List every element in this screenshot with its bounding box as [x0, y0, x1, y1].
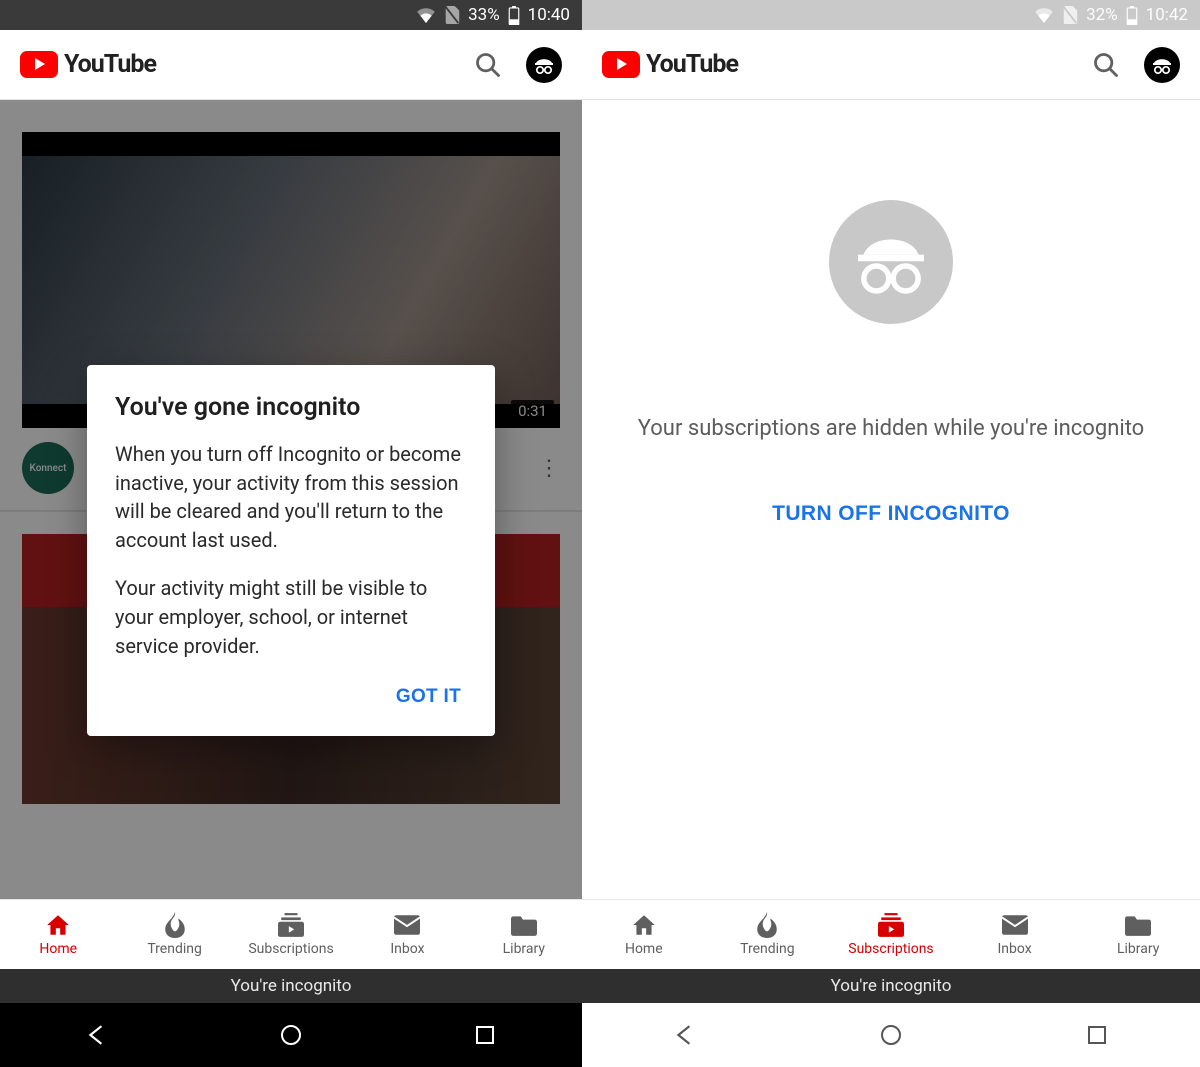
phone-right: 32% 10:42 YouTube [582, 0, 1200, 1067]
clock: 10:42 [1146, 5, 1188, 25]
app-header: YouTube [582, 30, 1200, 100]
tab-label: Home [625, 941, 663, 957]
no-sim-icon [1062, 6, 1078, 24]
incognito-strip-label: You're incognito [231, 976, 352, 996]
home-button[interactable] [276, 1020, 306, 1050]
got-it-button[interactable]: GOT IT [390, 678, 467, 716]
turn-off-incognito-button[interactable]: TURN OFF INCOGNITO [772, 502, 1010, 526]
back-button[interactable] [82, 1020, 112, 1050]
incognito-strip: You're incognito [582, 969, 1200, 1003]
mail-icon [1002, 913, 1028, 937]
tab-home[interactable]: Home [0, 900, 116, 969]
wifi-icon [416, 7, 436, 23]
search-button[interactable] [474, 51, 502, 79]
tab-label: Inbox [390, 941, 424, 957]
tab-library[interactable]: Library [466, 900, 582, 969]
status-bar: 32% 10:42 [582, 0, 1200, 30]
tab-label: Trending [147, 941, 202, 957]
mail-icon [394, 913, 420, 937]
youtube-wordmark: YouTube [646, 50, 738, 79]
clock: 10:40 [528, 5, 570, 25]
folder-icon [1125, 913, 1151, 937]
subscriptions-icon [878, 913, 904, 937]
content-area: Your subscriptions are hidden while you'… [582, 100, 1200, 899]
search-button[interactable] [1092, 51, 1120, 79]
flame-icon [757, 913, 777, 937]
tab-label: Home [39, 941, 77, 957]
home-button[interactable] [876, 1020, 906, 1050]
tab-home[interactable]: Home [582, 900, 706, 969]
tab-label: Subscriptions [848, 941, 933, 957]
tab-subscriptions[interactable]: Subscriptions [233, 900, 349, 969]
recents-button[interactable] [1082, 1020, 1112, 1050]
dialog-body: When you turn off Incognito or become in… [115, 440, 467, 554]
subscriptions-icon [278, 913, 304, 937]
incognito-dialog: You've gone incognito When you turn off … [87, 365, 495, 736]
app-header: YouTube [0, 30, 582, 100]
tab-label: Inbox [997, 941, 1031, 957]
tab-trending[interactable]: Trending [116, 900, 232, 969]
content-area: 0:31 Konnect ⋮ You've gone incognito Whe… [0, 100, 582, 899]
dialog-body: Your activity might still be visible to … [115, 574, 467, 660]
battery-percent: 32% [1086, 5, 1118, 25]
folder-icon [511, 913, 537, 937]
tab-label: Library [503, 941, 545, 957]
phone-left: 33% 10:40 YouTube [0, 0, 582, 1067]
battery-icon [1126, 6, 1138, 25]
battery-icon [508, 6, 520, 25]
back-button[interactable] [670, 1020, 700, 1050]
incognito-icon [829, 200, 953, 324]
tab-label: Library [1117, 941, 1159, 957]
tab-inbox[interactable]: Inbox [953, 900, 1077, 969]
tab-inbox[interactable]: Inbox [349, 900, 465, 969]
youtube-play-icon [602, 51, 640, 78]
tab-label: Trending [740, 941, 795, 957]
youtube-logo[interactable]: YouTube [602, 50, 738, 79]
bottom-tabs: Home Trending Subscriptions Inbox Librar… [0, 899, 582, 969]
tab-label: Subscriptions [248, 941, 333, 957]
incognito-strip-label: You're incognito [831, 976, 952, 996]
subscriptions-page: Your subscriptions are hidden while you'… [582, 100, 1200, 899]
subscriptions-hidden-message: Your subscriptions are hidden while you'… [602, 412, 1180, 446]
youtube-wordmark: YouTube [64, 50, 156, 79]
incognito-strip: You're incognito [0, 969, 582, 1003]
tab-subscriptions[interactable]: Subscriptions [829, 900, 953, 969]
status-bar: 33% 10:40 [0, 0, 582, 30]
wifi-icon [1034, 7, 1054, 23]
android-navbar [582, 1003, 1200, 1067]
flame-icon [165, 913, 185, 937]
battery-percent: 33% [468, 5, 500, 25]
youtube-play-icon [20, 51, 58, 78]
bottom-tabs: Home Trending Subscriptions Inbox Librar… [582, 899, 1200, 969]
dialog-title: You've gone incognito [115, 393, 467, 422]
youtube-logo[interactable]: YouTube [20, 50, 156, 79]
account-avatar-incognito[interactable] [1144, 47, 1180, 83]
home-icon [45, 913, 71, 937]
account-avatar-incognito[interactable] [526, 47, 562, 83]
tab-trending[interactable]: Trending [706, 900, 830, 969]
no-sim-icon [444, 6, 460, 24]
tab-library[interactable]: Library [1076, 900, 1200, 969]
recents-button[interactable] [470, 1020, 500, 1050]
home-icon [631, 913, 657, 937]
android-navbar [0, 1003, 582, 1067]
